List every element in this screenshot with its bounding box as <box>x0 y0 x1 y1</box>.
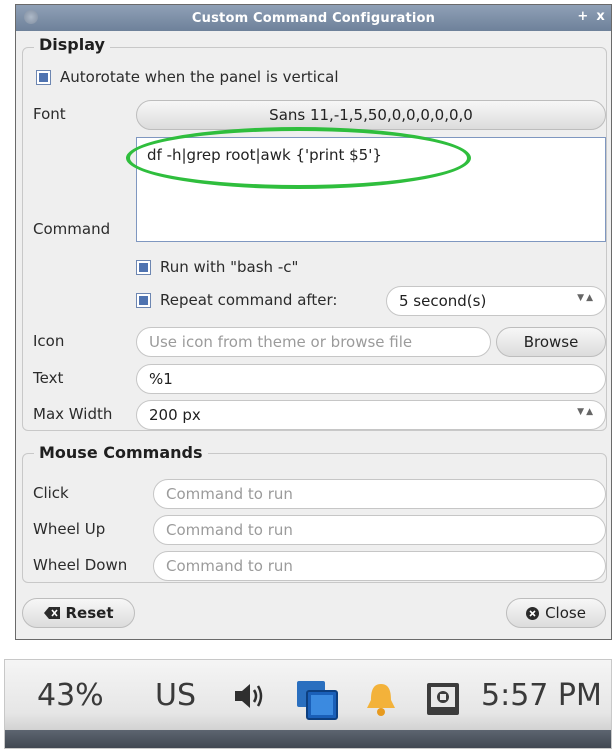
wheel-up-command-input[interactable]: Command to run <box>153 515 606 545</box>
backspace-icon <box>43 607 60 619</box>
icon-label: Icon <box>33 332 65 350</box>
taskbar-bottom-strip <box>5 730 611 748</box>
text-label: Text <box>33 369 64 387</box>
max-width-value: 200 px <box>149 406 201 424</box>
click-label: Click <box>33 484 69 502</box>
max-width-select[interactable]: 200 px ▼▲ <box>136 400 606 430</box>
close-label: Close <box>545 604 586 622</box>
repeat-label: Repeat command after: <box>160 291 338 309</box>
maximize-button[interactable]: + <box>577 9 588 24</box>
autorotate-label: Autorotate when the panel is vertical <box>60 68 339 86</box>
mouse-section-title: Mouse Commands <box>34 443 208 462</box>
click-placeholder: Command to run <box>166 485 293 503</box>
title-bar[interactable]: Custom Command Configuration + x <box>16 5 611 31</box>
browse-button[interactable]: Browse <box>496 327 606 357</box>
chevron-updown-icon: ▼▲ <box>577 293 595 303</box>
volume-icon[interactable] <box>231 679 265 713</box>
wheel-down-label: Wheel Down <box>33 556 128 574</box>
close-button[interactable]: Close <box>506 598 606 628</box>
window-controls: + x <box>577 9 605 24</box>
click-command-input[interactable]: Command to run <box>153 479 606 509</box>
display-section-title: Display <box>34 35 110 54</box>
command-label: Command <box>33 220 111 238</box>
repeat-interval-value: 5 second(s) <box>399 292 487 310</box>
font-label: Font <box>33 105 66 123</box>
command-text: df -h|grep root|awk {'print $5'} <box>147 146 382 164</box>
keyboard-layout[interactable]: US <box>155 678 196 713</box>
custom-command-dialog: Custom Command Configuration + x Display… <box>15 4 612 640</box>
autorotate-checkbox[interactable]: Autorotate when the panel is vertical <box>36 68 339 86</box>
text-value: %1 <box>149 370 173 388</box>
battery-percentage[interactable]: 43% <box>37 678 104 713</box>
reset-label: Reset <box>65 604 114 622</box>
icon-placeholder: Use icon from theme or browse file <box>149 333 413 351</box>
close-circle-icon <box>526 606 540 620</box>
repeat-interval-select[interactable]: 5 second(s) ▼▲ <box>386 286 606 316</box>
bell-icon[interactable] <box>361 679 401 719</box>
wheel-down-command-input[interactable]: Command to run <box>153 551 606 581</box>
custom-command-icon[interactable] <box>423 679 463 719</box>
run-bash-checkbox[interactable]: Run with "bash -c" <box>136 258 298 276</box>
command-textarea[interactable]: df -h|grep root|awk {'print $5'} <box>136 137 606 242</box>
close-window-button[interactable]: x <box>596 9 605 24</box>
run-bash-label: Run with "bash -c" <box>160 258 299 276</box>
checkbox-icon <box>136 259 151 275</box>
window-menu-icon[interactable] <box>24 10 38 24</box>
chevron-updown-icon: ▼▲ <box>577 407 595 417</box>
checkbox-icon <box>136 292 151 308</box>
windows-icon[interactable] <box>295 679 339 721</box>
checkbox-icon <box>36 69 51 85</box>
wheel-up-label: Wheel Up <box>33 520 106 538</box>
window-title: Custom Command Configuration <box>191 10 436 26</box>
wheel-down-placeholder: Command to run <box>166 557 293 575</box>
font-button[interactable]: Sans 11,-1,5,50,0,0,0,0,0,0 <box>136 100 606 130</box>
repeat-checkbox[interactable]: Repeat command after: <box>136 291 337 309</box>
max-width-label: Max Width <box>33 405 113 423</box>
taskbar: 43% US 5:57 PM <box>4 659 612 749</box>
text-input[interactable]: %1 <box>136 364 606 394</box>
reset-button[interactable]: Reset <box>22 598 135 628</box>
icon-input[interactable]: Use icon from theme or browse file <box>136 327 491 357</box>
wheel-up-placeholder: Command to run <box>166 521 293 539</box>
clock[interactable]: 5:57 PM <box>481 678 602 713</box>
